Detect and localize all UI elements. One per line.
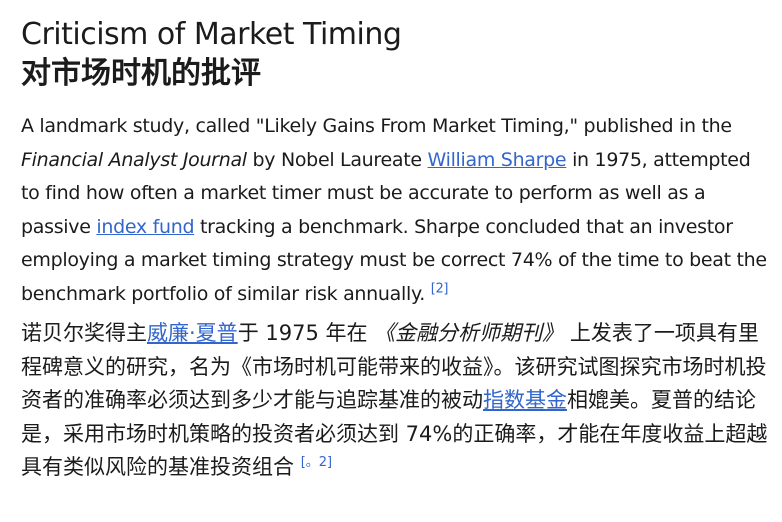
william-sharpe-link[interactable]: William Sharpe [428,149,567,171]
paragraph-chinese: 诺贝尔奖得主威廉·夏普于 1975 年在 《金融分析师期刊》 上发表了一项具有里… [21,317,769,485]
text-segment: A landmark study, called "Likely Gains F… [21,115,732,137]
index-fund-link[interactable]: index fund [96,216,194,238]
reference-2: [2] [431,281,449,296]
journal-name: Financial Analyst Journal [21,148,247,171]
reference-2-zh: [。2] [301,455,332,470]
text-segment: 诺贝尔奖得主 [21,321,147,345]
journal-name-zh: 《金融分析师期刊》 [374,321,564,345]
index-fund-link-zh[interactable]: 指数基金 [483,388,567,412]
reference-2-link-zh[interactable]: [。2] [301,455,332,470]
william-sharpe-link-zh[interactable]: 威廉·夏普 [147,321,238,345]
section-title-chinese: 对市场时机的批评 [21,56,261,91]
article: Criticism of Market Timing 对市场时机的批评 A la… [21,16,769,485]
text-segment: 于 1975 年在 [237,321,375,345]
reference-2-link[interactable]: [2] [431,281,449,296]
paragraph-english: A landmark study, called "Likely Gains F… [21,110,769,311]
section-title-english: Criticism of Market Timing [21,17,402,52]
text-segment: by Nobel Laureate [246,148,428,171]
